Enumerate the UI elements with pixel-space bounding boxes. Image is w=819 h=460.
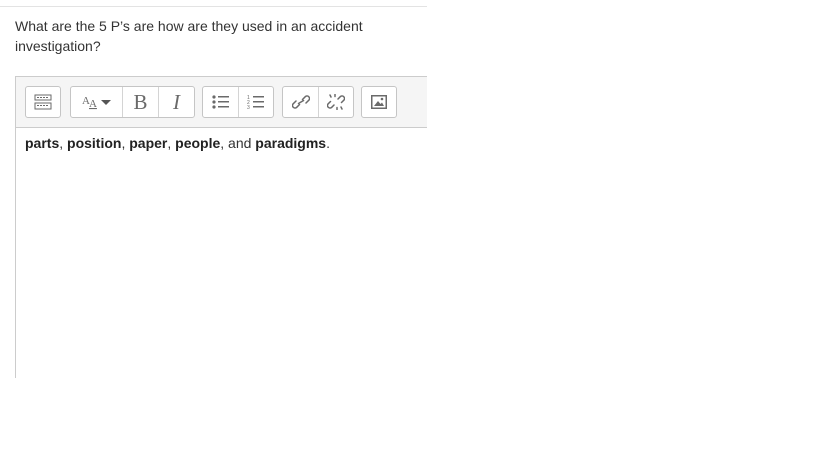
editor-content[interactable]: parts, position, paper, people, and para…: [25, 133, 330, 153]
image-group: [361, 86, 397, 118]
link-button[interactable]: [283, 87, 318, 117]
answer-keyword: position: [67, 135, 122, 151]
unlink-icon: [327, 94, 345, 110]
numbered-list-icon: 1 2 3: [247, 95, 264, 110]
rich-text-editor[interactable]: A A B I 1 2 3 parts, position, paper, pe…: [15, 76, 427, 378]
editor-toolbar: A A B I 1 2 3: [16, 77, 427, 128]
list-group: 1 2 3: [202, 86, 274, 118]
answer-text: .: [326, 135, 330, 151]
bold-button[interactable]: B: [122, 87, 158, 117]
text-format-group: A A B I: [70, 86, 195, 118]
toolbar-toggle-icon: [34, 94, 52, 110]
font-size-button[interactable]: A A: [71, 87, 122, 117]
link-group: [282, 86, 354, 118]
bullet-list-icon: [211, 95, 229, 109]
question-panel: What are the 5 P’s are how are they used…: [0, 6, 427, 378]
font-size-icon: A A: [82, 95, 111, 110]
svg-text:A: A: [89, 98, 97, 110]
svg-text:3: 3: [247, 105, 250, 110]
answer-keyword: parts: [25, 135, 60, 151]
answer-text: , and: [220, 135, 256, 151]
question-text: What are the 5 P’s are how are they used…: [15, 18, 363, 54]
image-icon: [371, 95, 387, 109]
toolbar-toggle-button[interactable]: [26, 87, 60, 117]
image-button[interactable]: [362, 87, 396, 117]
bullet-list-button[interactable]: [203, 87, 238, 117]
numbered-list-button[interactable]: 1 2 3: [238, 87, 273, 117]
answer-text: ,: [167, 135, 176, 151]
answer-keyword: people: [175, 135, 221, 151]
italic-button[interactable]: I: [158, 87, 194, 117]
toolbar-toggle-group: [25, 86, 61, 118]
answer-text: ,: [59, 135, 68, 151]
unlink-button[interactable]: [318, 87, 353, 117]
italic-icon: I: [173, 89, 180, 114]
bold-icon: B: [133, 89, 148, 114]
answer-keyword: paper: [129, 135, 168, 151]
link-icon: [291, 95, 310, 109]
answer-keyword: paradigms: [255, 135, 327, 151]
